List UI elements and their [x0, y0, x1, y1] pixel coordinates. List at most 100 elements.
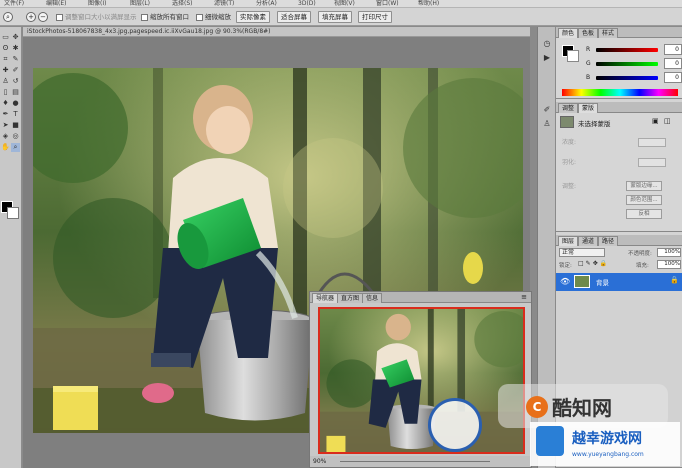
- blur-tool-icon[interactable]: ♦: [1, 99, 10, 108]
- gradient-tool-icon[interactable]: ▤: [11, 88, 20, 97]
- actual-pixels-button[interactable]: 实际像素: [236, 11, 270, 23]
- tab-masks[interactable]: 蒙版: [578, 103, 599, 113]
- opacity-field[interactable]: 100%: [657, 248, 681, 257]
- path-select-icon[interactable]: ➤: [1, 121, 10, 130]
- hand-tool-icon[interactable]: ✋: [1, 143, 10, 152]
- fit-screen-button[interactable]: 适合屏幕: [277, 11, 311, 23]
- pixel-mask-icon[interactable]: ▣: [652, 117, 659, 125]
- options-bar: ⌕ + − 调整窗口大小以满屏显示 缩放所有窗口 细微缩放 实际像素 适合屏幕 …: [0, 8, 682, 26]
- tab-histogram[interactable]: 直方图: [337, 293, 364, 303]
- zoom-out-icon[interactable]: −: [38, 12, 48, 22]
- mask-title: 未选择蒙版: [578, 120, 611, 128]
- brush-tool-icon[interactable]: ✐: [11, 66, 20, 75]
- checkbox-icon: [56, 13, 63, 21]
- print-size-button[interactable]: 打印尺寸: [358, 11, 392, 23]
- dodge-tool-icon[interactable]: ●: [11, 99, 20, 108]
- r-track[interactable]: [596, 48, 658, 52]
- color-panel-tabs: 颜色 色板 样式: [556, 27, 682, 38]
- color-bg-swatch[interactable]: [567, 50, 579, 62]
- brush-panel-icon[interactable]: ✐: [541, 105, 553, 115]
- type-tool-icon[interactable]: T: [11, 110, 20, 119]
- zoom-in-icon[interactable]: +: [26, 12, 36, 22]
- density-label: 浓度:: [562, 139, 577, 146]
- move-tool-icon[interactable]: ✥: [11, 33, 20, 42]
- fill-field[interactable]: 100%: [657, 260, 681, 269]
- tab-channels[interactable]: 通道: [578, 236, 599, 246]
- eye-visibility-icon[interactable]: 👁: [560, 277, 570, 286]
- menu-select[interactable]: 选择(S): [172, 0, 193, 8]
- menu-help[interactable]: 帮助(H): [418, 0, 439, 8]
- marquee-tool-icon[interactable]: ▭: [1, 33, 10, 42]
- layer-thumbnail: [574, 275, 590, 288]
- yueyang-logo-icon: [536, 426, 564, 456]
- 3d-rotate-icon[interactable]: ◈: [1, 132, 10, 141]
- layers-panel-tabs: 图层 通道 路径: [556, 235, 682, 246]
- b-track[interactable]: [596, 76, 658, 80]
- healing-brush-icon[interactable]: ✚: [1, 66, 10, 75]
- menu-edit[interactable]: 编辑(E): [46, 0, 66, 8]
- navigator-zoom-value[interactable]: 90%: [313, 457, 326, 466]
- navigator-view-box[interactable]: [318, 307, 525, 454]
- layer-lock-icon: 🔒: [670, 276, 679, 284]
- menu-filter[interactable]: 滤镜(T): [214, 0, 234, 8]
- mask-edge-button[interactable]: 蒙版边缘...: [626, 181, 662, 191]
- zoom-tool-icon[interactable]: ⌕: [3, 12, 13, 22]
- tab-color[interactable]: 颜色: [558, 28, 579, 38]
- invert-button[interactable]: 反相: [626, 209, 662, 219]
- crop-tool-icon[interactable]: ⌗: [1, 55, 10, 64]
- zoom-all-checkbox[interactable]: 缩放所有窗口: [141, 12, 189, 22]
- tab-info[interactable]: 信息: [362, 293, 383, 303]
- eraser-tool-icon[interactable]: ▯: [1, 88, 10, 97]
- tab-navigator[interactable]: 导航器: [312, 293, 339, 303]
- pen-tool-icon[interactable]: ✒: [1, 110, 10, 119]
- eyedropper-icon[interactable]: ✎: [11, 55, 20, 64]
- masks-panel-tabs: 调整 蒙版: [556, 102, 682, 113]
- navigator-zoom-slider[interactable]: [340, 461, 490, 462]
- menu-layer[interactable]: 图层(L): [130, 0, 150, 8]
- layer-name[interactable]: 背景: [596, 277, 609, 287]
- feather-field[interactable]: [638, 158, 666, 167]
- menu-view[interactable]: 视图(V): [334, 0, 355, 8]
- menu-analysis[interactable]: 分析(A): [256, 0, 277, 8]
- history-panel-icon[interactable]: ◷: [541, 39, 553, 49]
- history-brush-icon[interactable]: ↺: [11, 77, 20, 86]
- menu-window[interactable]: 窗口(W): [376, 0, 399, 8]
- tab-paths[interactable]: 路径: [598, 236, 619, 246]
- kuzhi-logo-icon: C: [526, 396, 548, 418]
- tool-palette: ▭ ✥ ʘ ✱ ⌗ ✎ ✚ ✐ ♙ ↺ ▯ ▤ ♦ ● ✒ T ➤ ■ ◈ ◎ …: [0, 27, 22, 468]
- 3d-orbit-icon[interactable]: ◎: [11, 132, 20, 141]
- color-range-button[interactable]: 颜色范围...: [626, 195, 662, 205]
- panel-menu-icon[interactable]: ≡: [521, 292, 527, 302]
- density-field[interactable]: [638, 138, 666, 147]
- zoom-tool-active-icon[interactable]: ⌕: [11, 143, 20, 152]
- lock-icons[interactable]: □✎✥🔒: [578, 260, 609, 267]
- checkbox-icon: [196, 13, 203, 21]
- tab-adjustments[interactable]: 调整: [558, 103, 579, 113]
- shape-tool-icon[interactable]: ■: [11, 121, 20, 130]
- watermark-yueyang-url: www.yueyangbang.com: [572, 451, 644, 458]
- tab-layers[interactable]: 图层: [558, 236, 579, 246]
- menu-image[interactable]: 图像(I): [88, 0, 106, 8]
- magic-wand-icon[interactable]: ✱: [11, 44, 20, 53]
- masks-panel: 调整 蒙版 未选择蒙版 ▣ ◫ 浓度: 羽化: 调整: 蒙版边缘... 颜色范围…: [556, 102, 682, 232]
- g-track[interactable]: [596, 62, 658, 66]
- lasso-tool-icon[interactable]: ʘ: [1, 44, 10, 53]
- menu-3d[interactable]: 3D(D): [298, 0, 316, 8]
- tab-swatches[interactable]: 色板: [578, 28, 599, 38]
- menu-bar: 文件(F) 编辑(E) 图像(I) 图层(L) 选择(S) 滤镜(T) 分析(A…: [0, 0, 682, 8]
- fill-screen-button[interactable]: 填充屏幕: [318, 11, 352, 23]
- clone-source-icon[interactable]: ♙: [541, 119, 553, 129]
- blend-mode-select[interactable]: 正常: [559, 248, 605, 257]
- resize-window-checkbox[interactable]: 调整窗口大小以满屏显示: [56, 12, 137, 22]
- tab-styles[interactable]: 样式: [598, 28, 619, 38]
- layer-row-background[interactable]: 👁 背景 🔒: [556, 273, 682, 291]
- navigator-tabs: 导航器 直方图 信息 ≡: [310, 292, 531, 303]
- menu-file[interactable]: 文件(F): [4, 0, 24, 8]
- actions-panel-icon[interactable]: ▶: [541, 53, 553, 63]
- clone-stamp-icon[interactable]: ♙: [1, 77, 10, 86]
- background-color-swatch[interactable]: [7, 207, 19, 219]
- scrubby-zoom-checkbox[interactable]: 细微缩放: [196, 12, 231, 22]
- document-tab-title[interactable]: iStockPhotos-518067838_4x3.jpg,pagespeed…: [23, 27, 530, 37]
- color-spectrum-ramp[interactable]: [562, 89, 678, 96]
- vector-mask-icon[interactable]: ◫: [664, 117, 671, 125]
